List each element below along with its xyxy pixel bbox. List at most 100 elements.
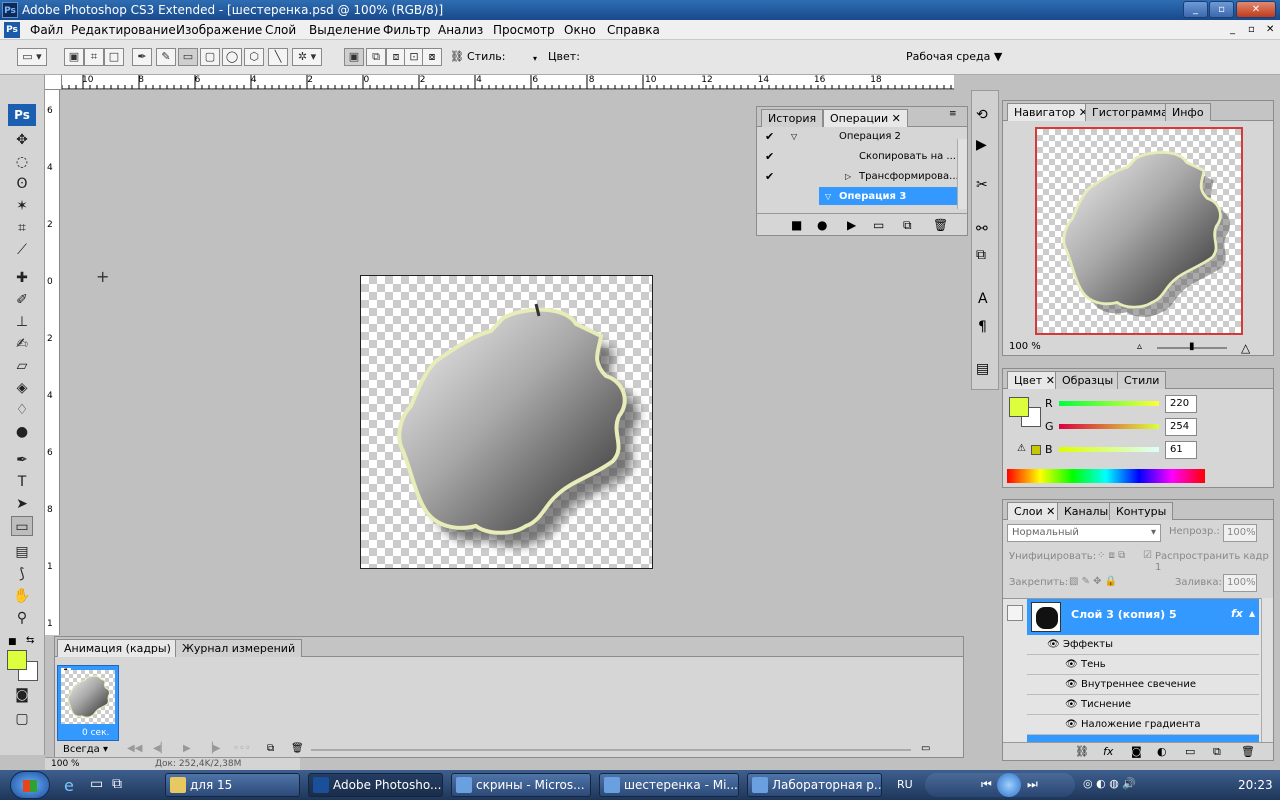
rounded-rect-icon[interactable]: ▢ (200, 48, 220, 66)
character-panel-icon[interactable]: A (978, 291, 988, 307)
clone-source-icon[interactable]: ⧉ (976, 247, 986, 263)
line-icon[interactable]: ╲ (268, 48, 288, 66)
taskbar-item-folder[interactable]: для 15 (165, 773, 300, 797)
workspace-menu[interactable]: Рабочая среда ▼ (906, 50, 1002, 64)
history-brush-icon[interactable]: ✍ (11, 334, 33, 354)
paths-icon[interactable]: ⌗ (84, 48, 104, 66)
effect-row-shadow[interactable]: 👁 Тень (1027, 655, 1259, 675)
dodge-tool-icon[interactable]: ● (11, 422, 33, 442)
zoom-slider-thumb[interactable]: ▮ (1189, 341, 1195, 352)
loop-select[interactable]: Всегда ▾ (57, 743, 119, 757)
tab-styles[interactable]: Стили (1117, 371, 1167, 389)
delete-frame-icon[interactable]: 🗑 (291, 743, 304, 754)
menu-help[interactable]: Справка (603, 22, 664, 38)
minimize-button[interactable]: _ (1183, 1, 1208, 18)
g-value-field[interactable]: 254 (1165, 418, 1197, 436)
path-select-icon[interactable]: ➤ (11, 494, 33, 514)
r-value-field[interactable]: 220 (1165, 395, 1197, 413)
fill-pixels-icon[interactable]: □ (104, 48, 124, 66)
new-set-icon[interactable]: ▭ (873, 214, 884, 236)
navigator-zoom-value[interactable]: 100 % (1009, 341, 1041, 352)
taskbar-item-word-screens[interactable]: скрины - Micros... (451, 773, 591, 797)
tab-histogram[interactable]: Гистограмма (1085, 103, 1175, 121)
lock-icons[interactable]: ▧ ✎ ✥ 🔒 (1069, 576, 1117, 587)
media-player-controls[interactable]: ⏮ ⏭ (925, 773, 1075, 797)
blur-tool-icon[interactable]: ♢ (11, 400, 33, 420)
tools-panel-icon[interactable]: ✂ (976, 177, 988, 193)
paragraph-panel-icon[interactable]: ¶ (978, 319, 987, 335)
tray-icons[interactable]: ◎ ◐ ◍ 🔊 (1083, 777, 1136, 790)
new-action-icon[interactable]: ⧉ (903, 214, 912, 236)
zoom-in-icon[interactable]: △ (1241, 341, 1250, 355)
menu-select[interactable]: Выделение (305, 22, 384, 38)
tab-layers[interactable]: Слои ✕ (1007, 502, 1063, 520)
media-pause-button[interactable] (997, 773, 1021, 797)
menu-window[interactable]: Окно (560, 22, 600, 38)
tab-actions[interactable]: Операции ✕ (823, 109, 908, 127)
tab-navigator[interactable]: Навигатор ✕ (1007, 103, 1096, 121)
stop-icon[interactable]: ■ (791, 214, 802, 236)
language-indicator[interactable]: RU (897, 778, 913, 791)
menu-layer[interactable]: Слой (261, 22, 300, 38)
action-row-transform[interactable]: ✔ ▷ Трансформирова... (765, 167, 965, 187)
eraser-tool-icon[interactable]: ▱ (11, 356, 33, 376)
add-shape-icon[interactable]: ⧉ (366, 48, 386, 66)
gamut-color-chip[interactable] (1031, 445, 1041, 455)
link-layers-icon[interactable]: ⛓ (1075, 743, 1089, 761)
layer-comps-icon[interactable]: ▤ (976, 361, 989, 377)
fill-field[interactable]: 100% (1223, 574, 1257, 592)
tab-paths[interactable]: Контуры (1109, 502, 1174, 520)
slice-tool-icon[interactable]: ⟋ (11, 240, 33, 260)
start-button[interactable] (10, 771, 50, 799)
effect-row-inner-glow[interactable]: 👁 Внутреннее свечение (1027, 675, 1259, 695)
add-style-icon[interactable]: fx (1103, 743, 1113, 761)
doc-minimize-button[interactable]: _ (1226, 22, 1239, 38)
b-value-field[interactable]: 61 (1165, 441, 1197, 459)
tab-animation[interactable]: Анимация (кадры) ✕ (57, 639, 191, 657)
taskbar-item-word-gear[interactable]: шестеренка - Mi... (599, 773, 739, 797)
ie-icon[interactable]: e (64, 776, 74, 795)
close-button[interactable]: ✕ (1236, 1, 1276, 18)
tab-swatches[interactable]: Образцы (1055, 371, 1121, 389)
actions-scrollbar[interactable] (957, 139, 967, 209)
trash-icon[interactable]: 🗑 (933, 214, 948, 236)
default-colors-icon[interactable]: ■ (8, 637, 17, 647)
maximize-button[interactable]: ▫ (1209, 1, 1234, 18)
menu-analysis[interactable]: Анализ (434, 22, 487, 38)
tab-channels[interactable]: Каналы (1057, 502, 1116, 520)
media-next-icon[interactable]: ⏭ (1027, 777, 1038, 792)
brush-tool-icon[interactable]: ✐ (11, 290, 33, 310)
play-animation-icon[interactable]: ▶ (183, 743, 191, 754)
menu-view[interactable]: Просмотр (489, 22, 559, 38)
effect-row-emboss[interactable]: 👁 Тиснение (1027, 695, 1259, 715)
gamut-warning-icon[interactable]: ⚠ (1017, 443, 1026, 454)
ellipse-icon[interactable]: ◯ (222, 48, 242, 66)
duplicate-frame-icon[interactable]: ⧉ (267, 743, 274, 754)
switch-windows-icon[interactable]: ⧉ (112, 776, 122, 792)
lasso-tool-icon[interactable]: ʘ (11, 174, 33, 194)
notes-tool-icon[interactable]: ▤ (11, 542, 33, 562)
fg-color-chip[interactable] (1009, 397, 1029, 417)
action-row-operation-2[interactable]: ✔ ▽ Операция 2 (765, 127, 965, 147)
eyedropper-tool-icon[interactable]: ⟆ (11, 564, 33, 584)
move-tool-icon[interactable]: ✥ (11, 130, 33, 150)
expand-effects-icon[interactable]: ▲ (1249, 609, 1255, 618)
status-zoom[interactable]: 100 % (51, 758, 80, 770)
magic-wand-icon[interactable]: ✶ (11, 196, 33, 216)
b-slider[interactable] (1059, 447, 1159, 452)
rectangle-tool-icon[interactable]: ▭ (11, 516, 33, 536)
create-new-shape-icon[interactable]: ▣ (344, 48, 364, 66)
swap-colors-icon[interactable]: ⇆ (26, 635, 34, 646)
first-frame-icon[interactable]: ◀◀ (127, 743, 142, 754)
adjustment-layer-icon[interactable]: ◐ (1157, 743, 1167, 761)
opacity-field[interactable]: 100% (1223, 524, 1257, 542)
subtract-shape-icon[interactable]: ⧈ (386, 48, 406, 66)
brushes-panel-icon[interactable]: ⚯ (976, 221, 988, 237)
actions-panel-icon[interactable]: ▶ (976, 137, 987, 153)
intersect-shape-icon[interactable]: ⊡ (404, 48, 424, 66)
effects-row[interactable]: 👁 Эффекты (1027, 635, 1259, 655)
tab-history[interactable]: История (761, 109, 824, 127)
action-row-copy[interactable]: ✔ Скопировать на ... (765, 147, 965, 167)
blend-mode-select[interactable]: Нормальный ▾ (1007, 524, 1161, 542)
delete-layer-icon[interactable]: 🗑 (1241, 743, 1255, 761)
